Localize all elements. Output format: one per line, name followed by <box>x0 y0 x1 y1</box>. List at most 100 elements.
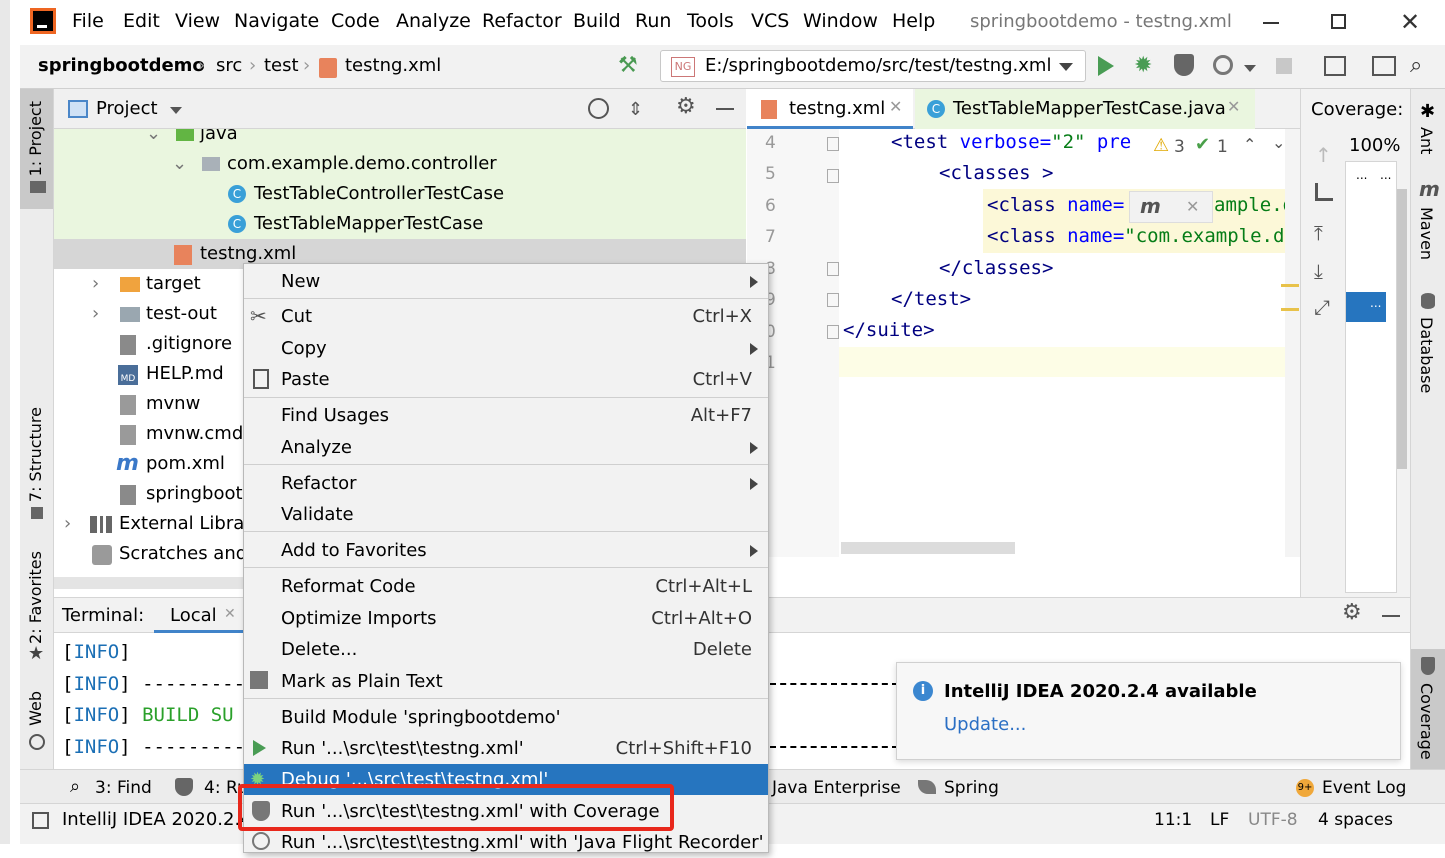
menu-help[interactable]: Help <box>892 10 935 32</box>
database-tool-tab[interactable]: Database <box>1417 317 1436 393</box>
coverage-row-selected[interactable]: ... <box>1346 292 1386 322</box>
menu-item-copy[interactable]: Copy <box>244 333 768 364</box>
status-message[interactable]: IntelliJ IDEA 2020.2.4 <box>62 809 252 830</box>
menu-build[interactable]: Build <box>573 10 621 32</box>
tab-testng-xml[interactable]: testng.xml ✕ <box>747 89 913 129</box>
menu-window[interactable]: Window <box>803 10 878 32</box>
close-tab-icon[interactable]: ✕ <box>1227 97 1240 116</box>
chevron-down-icon[interactable] <box>1244 65 1256 72</box>
ant-tool-tab[interactable]: Ant <box>1417 127 1436 154</box>
run-configuration-select[interactable]: NG E:/springbootdemo/src/test/testng.xml <box>660 50 1086 82</box>
menu-analyze[interactable]: Analyze <box>396 10 471 32</box>
find-tool-tab[interactable]: 3: Find <box>95 778 152 798</box>
horizontal-scrollbar[interactable] <box>841 542 1015 554</box>
menu-item-find-usages[interactable]: Find Usages Alt+F7 <box>244 400 768 431</box>
debug-icon[interactable]: ✹ <box>1134 53 1152 78</box>
project-structure-icon[interactable] <box>1324 56 1346 76</box>
menu-tools[interactable]: Tools <box>687 10 734 32</box>
menu-run[interactable]: Run <box>635 10 671 32</box>
web-tool-tab[interactable]: Web <box>26 691 45 726</box>
coverage-column-header[interactable]: ... <box>1356 168 1367 182</box>
chevron-right-icon[interactable]: › <box>92 299 99 329</box>
caret-position[interactable]: 11:1 <box>1154 810 1192 830</box>
coverage-column-header[interactable]: ... <box>1380 168 1391 182</box>
line-separator[interactable]: LF <box>1210 810 1229 830</box>
fold-marker-icon[interactable] <box>827 325 839 339</box>
fold-marker-icon[interactable] <box>827 262 839 276</box>
chevron-down-icon[interactable]: ⌄ <box>172 149 187 179</box>
hide-panel-icon[interactable] <box>1382 615 1400 617</box>
build-hammer-icon[interactable]: ⚒ <box>618 53 638 78</box>
menu-vcs[interactable]: VCS <box>751 10 789 32</box>
menu-item-cut[interactable]: ✂ Cut Ctrl+X <box>244 301 768 332</box>
coverage-tool-tab[interactable]: Coverage <box>1417 683 1436 760</box>
gear-icon[interactable]: ⚙ <box>1342 600 1362 625</box>
tree-row[interactable]: ⌄ java <box>54 129 746 149</box>
fold-marker-icon[interactable] <box>827 169 839 183</box>
code-editor[interactable]: 4 5 6 7 8 9 0 1 <test verbose="2" pre <c… <box>747 129 1300 557</box>
tree-row[interactable]: ⌄ com.example.demo.controller <box>54 149 746 179</box>
up-arrow-icon[interactable]: ↑ <box>1315 143 1332 167</box>
update-notification[interactable]: i IntelliJ IDEA 2020.2.4 available Updat… <box>896 662 1401 760</box>
spring-tool-tab[interactable]: Spring <box>944 778 999 798</box>
menu-item-delete[interactable]: Delete... Delete <box>244 634 768 665</box>
breadcrumb-src[interactable]: src <box>216 55 242 76</box>
menu-code[interactable]: Code <box>331 10 380 32</box>
external-link-icon[interactable]: ⤢ <box>1314 295 1330 319</box>
breadcrumb-file[interactable]: testng.xml <box>345 55 441 76</box>
chevron-right-icon[interactable]: › <box>64 509 71 539</box>
chevron-down-icon[interactable]: ⌄ <box>1272 133 1285 152</box>
profiler-icon[interactable] <box>1213 55 1233 75</box>
close-window-icon[interactable]: ✕ <box>1400 8 1420 36</box>
menu-view[interactable]: View <box>175 10 220 32</box>
breadcrumb-project[interactable]: springbootdemo <box>38 55 205 76</box>
inline-popup[interactable]: m ✕ <box>1129 191 1213 223</box>
close-icon[interactable]: ✕ <box>1186 197 1199 216</box>
menu-item-reformat-code[interactable]: Reformat Code Ctrl+Alt+L <box>244 571 768 602</box>
menu-item-validate[interactable]: Validate <box>244 499 768 530</box>
fold-marker-icon[interactable] <box>827 137 839 151</box>
indent-setting[interactable]: 4 spaces <box>1318 810 1393 830</box>
update-link[interactable]: Update... <box>944 714 1026 735</box>
menu-item-run-with-jfr[interactable]: Run '...\src\test\testng.xml' with 'Java… <box>244 827 768 858</box>
tree-row[interactable]: C TestTableControllerTestCase <box>54 179 746 209</box>
menu-file[interactable]: File <box>72 10 104 32</box>
event-log-tool-tab[interactable]: Event Log <box>1322 778 1406 798</box>
structure-tool-tab[interactable]: 7: Structure <box>26 407 45 502</box>
run-with-coverage-icon[interactable] <box>1174 54 1194 76</box>
fold-marker-icon[interactable] <box>827 293 839 307</box>
menu-item-refactor[interactable]: Refactor <box>244 468 768 499</box>
chevron-down-icon[interactable] <box>170 107 182 114</box>
menu-item-optimize-imports[interactable]: Optimize Imports Ctrl+Alt+O <box>244 603 768 634</box>
tab-mapper-testcase[interactable]: C TestTableMapperTestCase.java ✕ <box>915 89 1255 129</box>
terminal-tab-local[interactable]: Local ✕ <box>154 598 244 633</box>
toolbar-toggle-icon[interactable] <box>1372 56 1396 76</box>
menu-item-analyze[interactable]: Analyze <box>244 432 768 463</box>
export-icon[interactable]: ⤓ <box>1314 259 1323 283</box>
maximize-icon[interactable] <box>1331 14 1346 29</box>
minimize-icon[interactable] <box>1263 22 1279 24</box>
panel-toggle-icon[interactable] <box>32 812 49 829</box>
file-encoding[interactable]: UTF-8 <box>1248 810 1298 830</box>
menu-item-run[interactable]: Run '...\src\test\testng.xml' Ctrl+Shift+… <box>244 733 768 764</box>
maven-tool-tab[interactable]: Maven <box>1417 207 1436 260</box>
java-enterprise-tool-tab[interactable]: Java Enterprise <box>772 778 901 798</box>
menu-item-build-module[interactable]: Build Module 'springbootdemo' <box>244 702 768 733</box>
gear-icon[interactable]: ⚙ <box>676 94 696 119</box>
coverage-scrollbar[interactable] <box>1397 189 1407 469</box>
chevron-right-icon[interactable]: › <box>92 269 99 299</box>
menu-navigate[interactable]: Navigate <box>234 10 319 32</box>
editor-scrollbar[interactable] <box>1285 129 1300 557</box>
search-icon[interactable]: ⌕ <box>1410 53 1422 78</box>
tree-row[interactable]: C TestTableMapperTestCase <box>54 209 746 239</box>
breadcrumb-test[interactable]: test <box>264 55 299 76</box>
close-tab-icon[interactable]: ✕ <box>224 606 236 622</box>
hide-panel-icon[interactable] <box>716 108 734 110</box>
project-tool-tab[interactable]: 1: Project <box>26 101 45 176</box>
run-icon[interactable] <box>1098 56 1114 76</box>
import-icon[interactable]: ⤒ <box>1314 221 1323 245</box>
menu-edit[interactable]: Edit <box>123 10 160 32</box>
close-tab-icon[interactable]: ✕ <box>889 97 902 116</box>
tree-icon[interactable] <box>1315 183 1333 201</box>
menu-item-paste[interactable]: Paste Ctrl+V <box>244 364 768 395</box>
